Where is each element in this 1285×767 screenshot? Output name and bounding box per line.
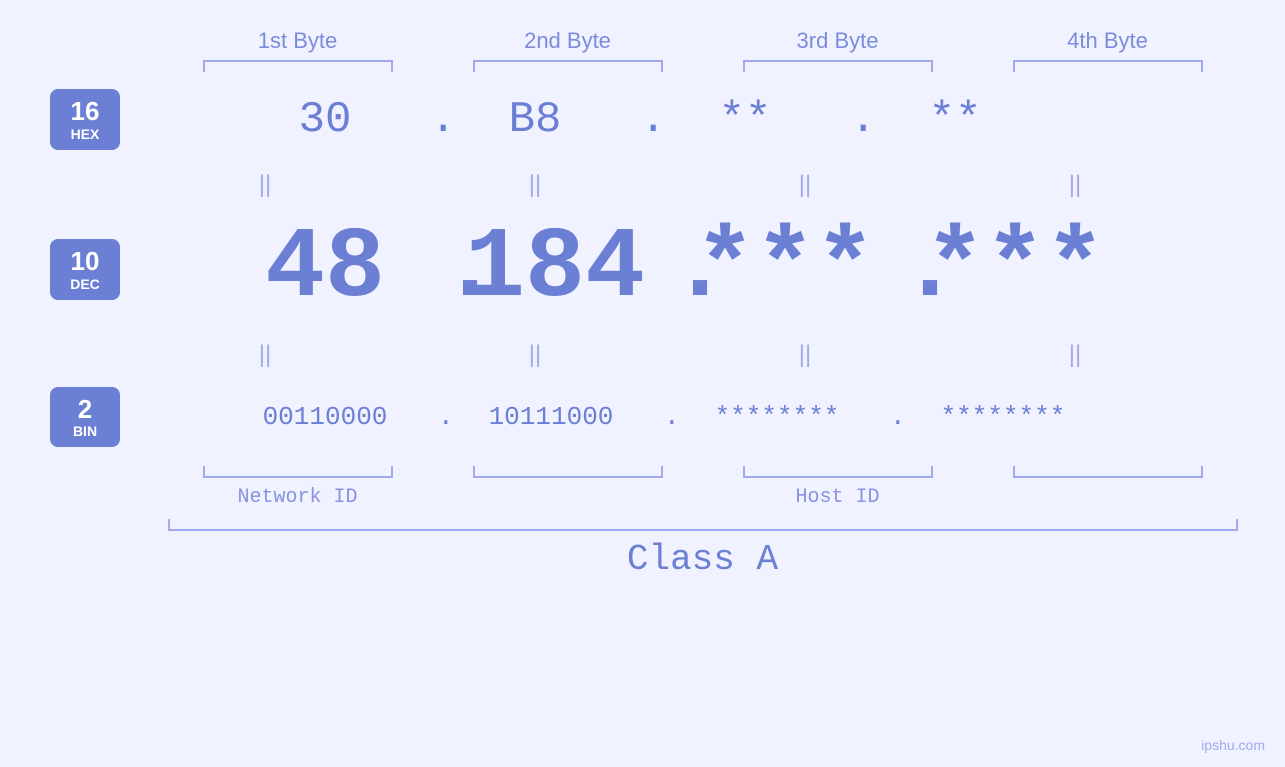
- bracket-b4: [973, 60, 1243, 72]
- network-id-label: Network ID: [163, 486, 433, 509]
- bot-bracket-b3: [703, 466, 973, 478]
- bot-bracket-b4: [973, 466, 1243, 478]
- bin-byte4: ********: [868, 402, 1138, 432]
- hex-badge: 16 HEX: [50, 89, 120, 150]
- eq1-b4: ||: [940, 171, 1210, 199]
- bot-bracket-b2: [433, 466, 703, 478]
- bottom-brackets-row: [0, 466, 1285, 478]
- eq1-b3: ||: [670, 171, 940, 199]
- eq2-b4: ||: [940, 341, 1210, 369]
- eq1-b2: ||: [400, 171, 670, 199]
- bot-bracket-b1: [163, 466, 433, 478]
- bracket-b1: [163, 60, 433, 72]
- eq1-b1: ||: [130, 171, 400, 199]
- host-id-label: Host ID: [433, 486, 1243, 509]
- eq2-b3: ||: [670, 341, 940, 369]
- class-a-label: Class A: [168, 539, 1238, 580]
- bin-badge: 2 BIN: [50, 387, 120, 448]
- eq2-b2: ||: [400, 341, 670, 369]
- class-bracket-row: [0, 519, 1285, 531]
- bracket-b3: [703, 60, 973, 72]
- main-container: 1st Byte 2nd Byte 3rd Byte 4th Byte 16 H…: [0, 0, 1285, 767]
- byte1-header: 1st Byte: [163, 28, 433, 54]
- byte-headers-row: 1st Byte 2nd Byte 3rd Byte 4th Byte: [0, 0, 1285, 54]
- eq2-b1: ||: [130, 341, 400, 369]
- dec-badge: 10 DEC: [50, 239, 120, 300]
- byte4-header: 4th Byte: [973, 28, 1243, 54]
- top-brackets-row: [0, 60, 1285, 72]
- byte2-header: 2nd Byte: [433, 28, 703, 54]
- watermark: ipshu.com: [1201, 737, 1265, 753]
- byte3-header: 3rd Byte: [703, 28, 973, 54]
- id-labels-row: Network ID Host ID: [0, 486, 1285, 509]
- class-a-row: Class A: [0, 539, 1285, 580]
- class-bracket-line: [168, 519, 1238, 531]
- bracket-b2: [433, 60, 703, 72]
